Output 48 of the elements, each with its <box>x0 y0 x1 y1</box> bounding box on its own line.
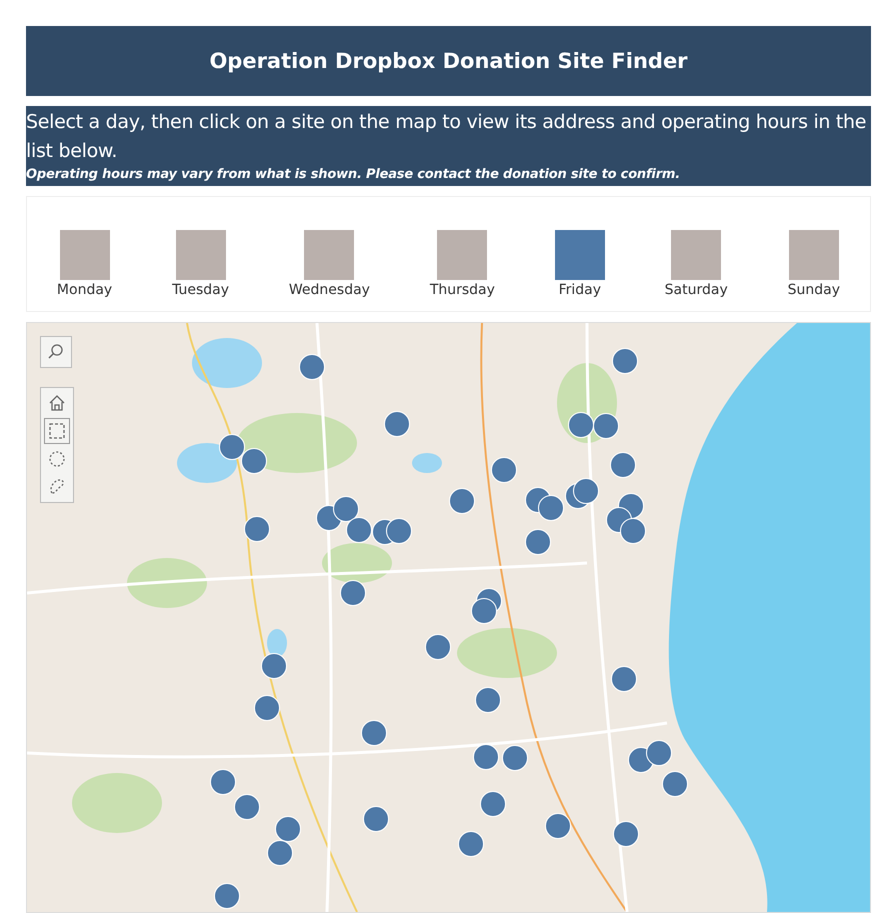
site-marker[interactable] <box>620 518 646 544</box>
site-marker[interactable] <box>299 354 325 380</box>
site-marker[interactable] <box>538 495 564 521</box>
site-marker[interactable] <box>346 517 372 543</box>
site-marker[interactable] <box>610 452 636 478</box>
site-marker[interactable] <box>275 816 301 842</box>
site-marker[interactable] <box>480 791 506 817</box>
site-marker[interactable] <box>234 794 260 820</box>
site-marker[interactable] <box>545 813 571 839</box>
site-marker[interactable] <box>425 634 451 660</box>
site-marker[interactable] <box>502 745 528 771</box>
site-marker[interactable] <box>473 744 499 770</box>
site-marker[interactable] <box>333 496 359 522</box>
lasso-select-icon <box>48 478 66 496</box>
site-marker[interactable] <box>210 769 236 795</box>
site-marker[interactable] <box>611 666 637 692</box>
page-title: Operation Dropbox Donation Site Finder <box>209 49 688 73</box>
site-marker[interactable] <box>384 411 410 437</box>
site-marker[interactable] <box>214 883 240 909</box>
site-marker[interactable] <box>261 653 287 679</box>
site-marker[interactable] <box>475 687 501 713</box>
site-marker[interactable] <box>361 720 387 746</box>
map-search-button[interactable] <box>40 336 72 368</box>
site-marker[interactable] <box>363 806 389 832</box>
site-marker[interactable] <box>458 831 484 857</box>
site-marker[interactable] <box>646 740 672 766</box>
site-marker[interactable] <box>449 488 475 514</box>
site-marker[interactable] <box>267 840 293 866</box>
site-marker[interactable] <box>471 598 497 624</box>
site-marker[interactable] <box>386 518 412 544</box>
day-option[interactable]: Wednesday <box>288 230 370 298</box>
search-icon <box>47 343 65 361</box>
site-marker[interactable] <box>244 516 270 542</box>
radial-select-icon <box>48 450 66 468</box>
instructions-text: Select a day, then click on a site on the map to view its address and operating hours in the list below. <box>26 110 868 164</box>
home-icon <box>48 394 66 412</box>
site-marker[interactable] <box>491 457 517 483</box>
site-marker[interactable] <box>241 448 267 474</box>
site-marker[interactable] <box>254 695 280 721</box>
site-marker[interactable] <box>612 348 638 374</box>
rectangle-select-icon <box>48 422 66 440</box>
site-marker[interactable] <box>613 821 639 847</box>
site-marker[interactable] <box>525 529 551 555</box>
site-marker[interactable] <box>340 580 366 606</box>
site-marker[interactable] <box>662 771 688 797</box>
site-marker[interactable] <box>573 478 599 504</box>
hours-note: Operating hours may vary from what is shown. Please contact the donation site to confirm. <box>26 166 681 184</box>
map-tool-button[interactable] <box>44 418 70 444</box>
